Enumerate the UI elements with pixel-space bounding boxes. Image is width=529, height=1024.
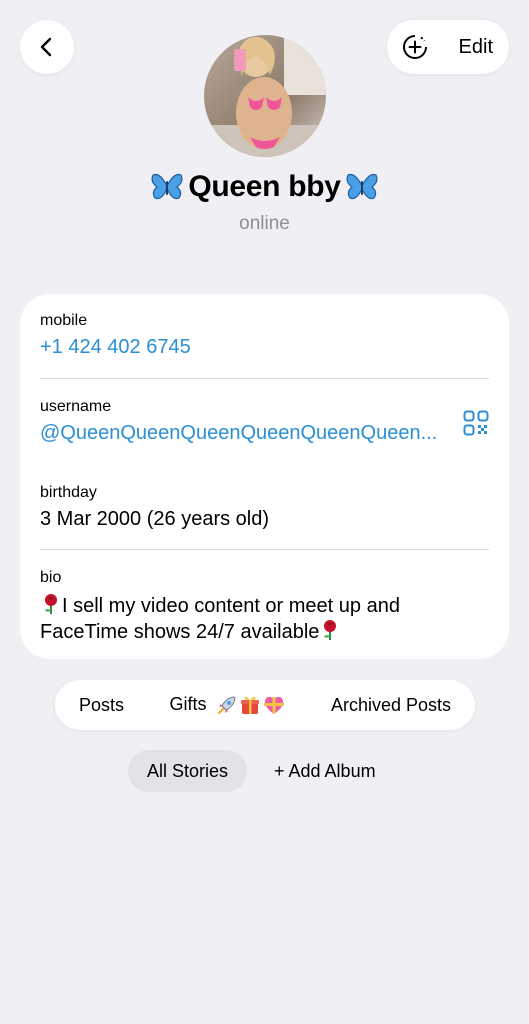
- qr-code-icon[interactable]: [463, 410, 489, 436]
- top-actions-pill: Edit: [387, 20, 509, 74]
- info-card: mobile +1 424 402 6745 username @QueenQu…: [20, 294, 509, 659]
- tab-posts[interactable]: Posts: [79, 695, 124, 716]
- rose-icon: [324, 620, 337, 640]
- username-value[interactable]: @QueenQueenQueenQueenQueenQueen...: [40, 422, 449, 445]
- divider: [40, 549, 489, 550]
- edit-button[interactable]: Edit: [459, 36, 493, 59]
- birthday-field[interactable]: birthday 3 Mar 2000 (26 years old): [40, 484, 489, 531]
- back-chevron-icon: [40, 37, 52, 57]
- bio-field[interactable]: bio I sell my video content or meet up a…: [40, 569, 489, 645]
- bio-line-2: FaceTime shows 24/7 available: [40, 621, 320, 643]
- birthday-label: birthday: [40, 484, 97, 501]
- add-album-button[interactable]: + Add Album: [268, 750, 382, 792]
- username-label: username: [40, 398, 112, 415]
- all-stories-chip[interactable]: All Stories: [128, 750, 247, 792]
- gift-box-icon: [240, 697, 259, 715]
- username-field[interactable]: username @QueenQueenQueenQueenQueenQueen…: [40, 398, 449, 445]
- back-button[interactable]: [20, 20, 74, 74]
- profile-tabs: Posts Gifts Archived Posts: [55, 680, 475, 730]
- tab-gifts[interactable]: Gifts: [169, 694, 285, 716]
- profile-name: Queen bby: [0, 170, 529, 204]
- add-circle-icon[interactable]: [401, 33, 429, 61]
- mobile-label: mobile: [40, 312, 88, 329]
- profile-name-text: Queen bby: [188, 170, 341, 203]
- bio-label: bio: [40, 569, 62, 586]
- heart-ribbon-icon: [263, 696, 284, 715]
- stories-filter-row: All Stories + Add Album: [0, 750, 529, 792]
- avatar[interactable]: [204, 35, 326, 157]
- butterfly-icon: [151, 173, 183, 200]
- mobile-value[interactable]: +1 424 402 6745: [40, 336, 489, 359]
- bio-text: I sell my video content or meet up and F…: [40, 593, 489, 645]
- rose-icon: [45, 594, 57, 614]
- bio-line-1: I sell my video content or meet up and: [62, 595, 400, 617]
- online-status: online: [239, 213, 290, 234]
- divider: [40, 378, 489, 379]
- mobile-field[interactable]: mobile +1 424 402 6745: [40, 312, 489, 359]
- tab-gifts-label: Gifts: [169, 693, 207, 714]
- birthday-value: 3 Mar 2000 (26 years old): [40, 508, 270, 530]
- butterfly-icon: [346, 173, 378, 200]
- gift-icons: [216, 694, 286, 716]
- rocket-icon: [217, 696, 236, 715]
- tab-archived-posts[interactable]: Archived Posts: [331, 695, 451, 716]
